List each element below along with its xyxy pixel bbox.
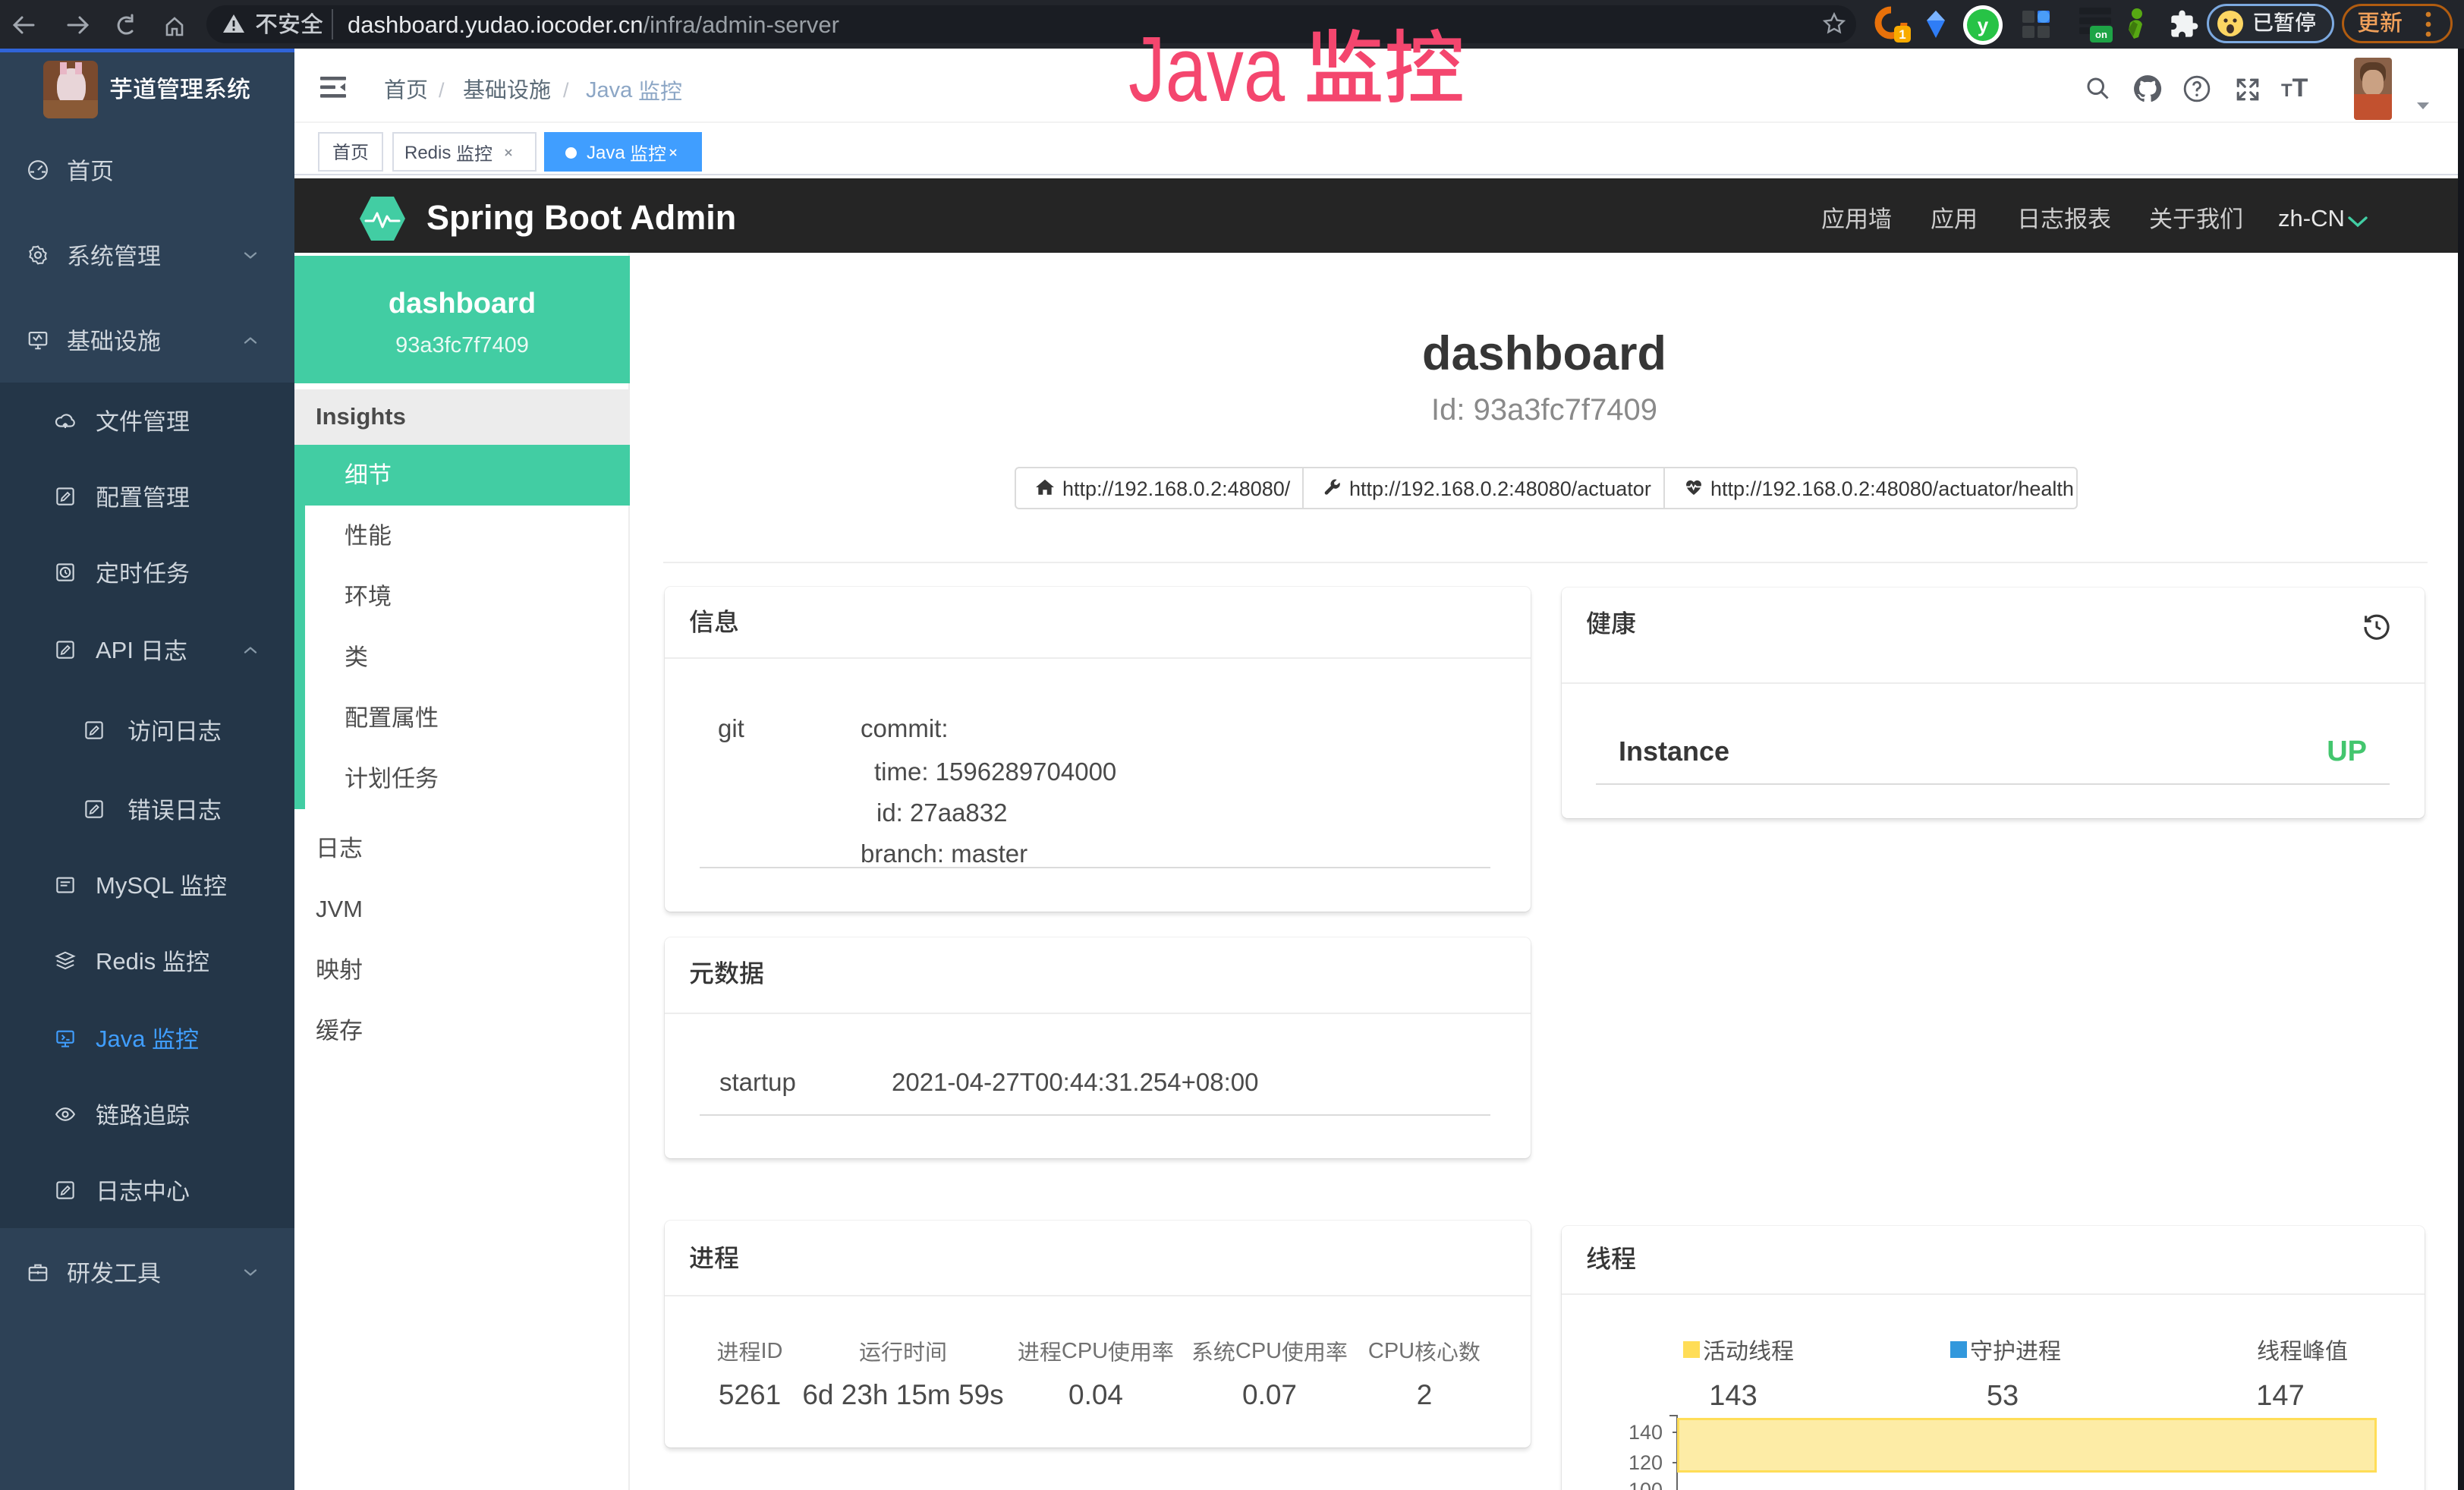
- svg-text:on: on: [2095, 29, 2107, 40]
- svg-text:y: y: [1978, 14, 1989, 36]
- svg-text:1: 1: [1899, 27, 1905, 42]
